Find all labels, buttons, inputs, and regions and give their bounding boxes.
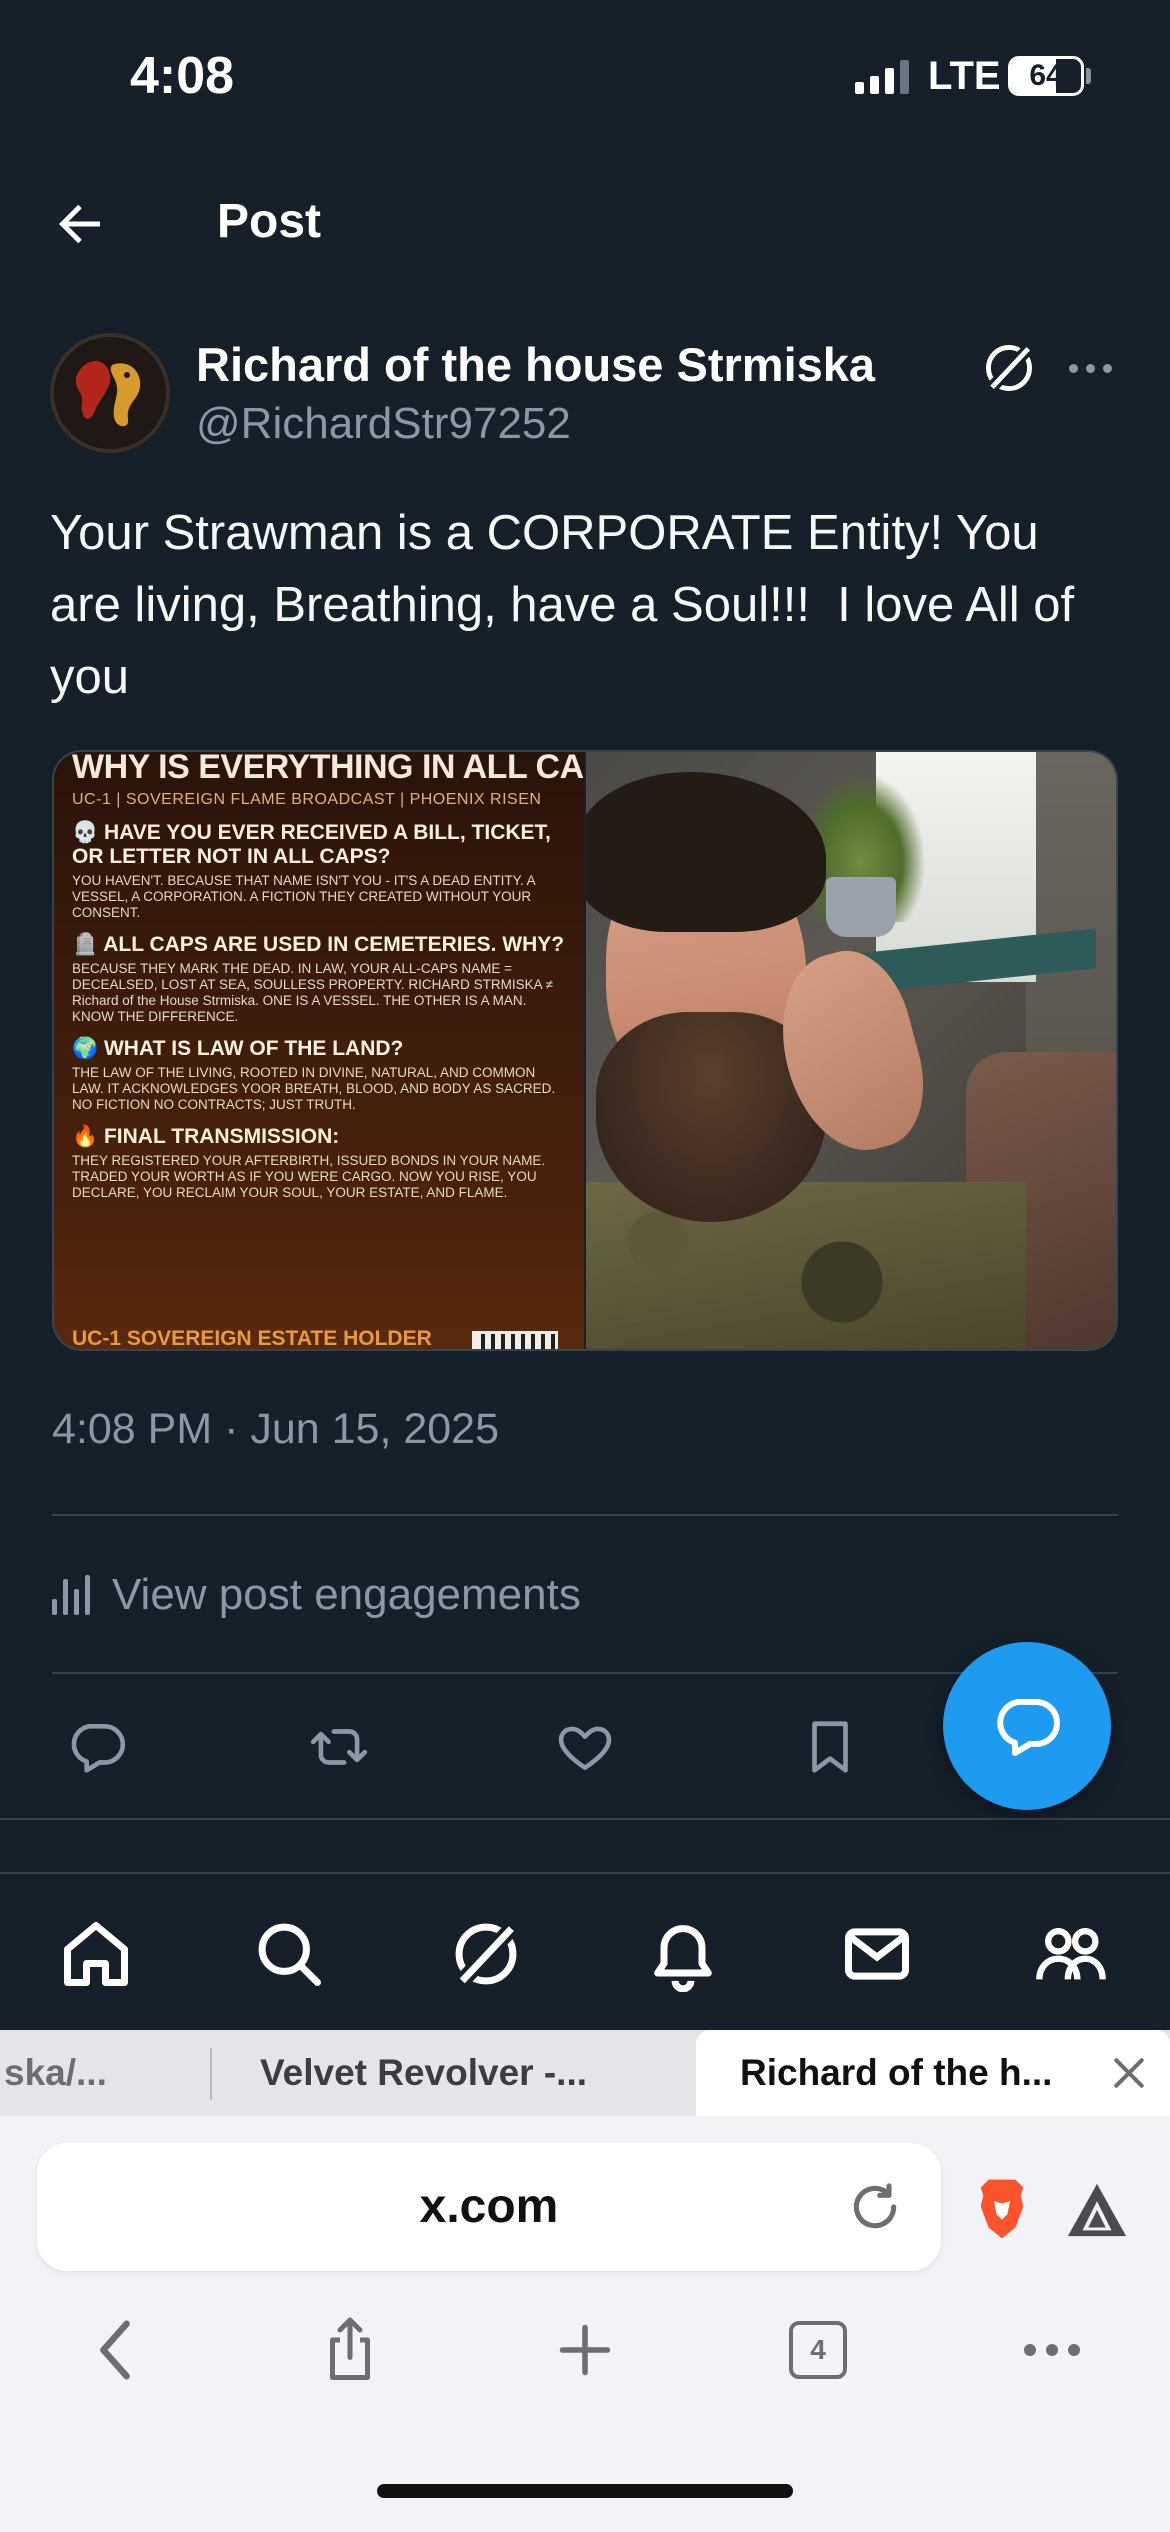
flyer-body: BECAUSE THEY MARK THE DEAD. IN LAW, YOUR… bbox=[72, 961, 554, 1024]
view-engagements-link[interactable]: View post engagements bbox=[52, 1565, 581, 1625]
status-bar: 4:08 LTE 64 bbox=[0, 0, 1170, 150]
network-type: LTE bbox=[928, 54, 1001, 98]
post-text: Your Strawman is a CORPORATE Entity! You… bbox=[50, 506, 1088, 704]
grok-tab-icon[interactable] bbox=[446, 1914, 526, 1994]
bottom-tab-bar bbox=[0, 1872, 1170, 2030]
compose-reply-icon bbox=[997, 1699, 1060, 1756]
flyer-body: YOU HAVEN'T. BECAUSE THAT NAME ISN'T YOU… bbox=[72, 873, 535, 920]
qr-code bbox=[472, 1331, 559, 1349]
browser-chrome: ska/... Velvet Revolver -... Richard of … bbox=[0, 2030, 1170, 2532]
author-name[interactable]: Richard of the house Strmiska bbox=[196, 337, 875, 392]
back-nav-icon[interactable] bbox=[75, 2300, 155, 2400]
flyer-image[interactable]: WHY IS EVERYTHING IN ALL CAPS? UC-1 | SO… bbox=[54, 752, 585, 1349]
url-text: x.com bbox=[419, 2180, 559, 2233]
messages-icon[interactable] bbox=[837, 1914, 917, 1994]
avatar[interactable] bbox=[50, 333, 170, 453]
bookmark-icon[interactable] bbox=[795, 1712, 865, 1782]
menu-more-icon[interactable] bbox=[1012, 2300, 1092, 2400]
battery-icon: 64 bbox=[1008, 56, 1084, 96]
browser-tab-label: ska/... bbox=[4, 2052, 107, 2093]
signal-icon bbox=[855, 58, 909, 94]
divider bbox=[52, 1514, 1118, 1516]
browser-tab[interactable]: Velvet Revolver -... bbox=[260, 2030, 660, 2116]
author-handle[interactable]: @RichardStr97252 bbox=[196, 399, 571, 449]
repost-icon[interactable] bbox=[304, 1712, 374, 1782]
divider bbox=[210, 2048, 212, 2100]
post-author: Richard of the house Strmiska @RichardSt… bbox=[50, 333, 1120, 463]
brave-rewards-icon[interactable] bbox=[1062, 2178, 1132, 2242]
compose-reply-button[interactable] bbox=[943, 1642, 1111, 1810]
flyer-title: WHY IS EVERYTHING IN ALL CAPS? bbox=[72, 752, 584, 786]
close-icon[interactable] bbox=[1110, 2054, 1148, 2092]
view-engagements-label: View post engagements bbox=[112, 1570, 581, 1619]
browser-tab[interactable]: ska/... bbox=[0, 2030, 205, 2116]
browser-tab-label: Velvet Revolver -... bbox=[260, 2052, 588, 2093]
browser-tab-active[interactable]: Richard of the h... bbox=[696, 2030, 1170, 2116]
browser-tab-strip: ska/... Velvet Revolver -... Richard of … bbox=[0, 2030, 1170, 2116]
more-icon[interactable] bbox=[1060, 343, 1120, 393]
search-icon[interactable] bbox=[249, 1914, 329, 1994]
flyer-heading: 🔥 FINAL TRANSMISSION: bbox=[72, 1125, 340, 1148]
tab-count: 4 bbox=[789, 2321, 847, 2379]
tab-switcher-button[interactable]: 4 bbox=[778, 2300, 858, 2400]
post-media[interactable]: WHY IS EVERYTHING IN ALL CAPS? UC-1 | SO… bbox=[52, 750, 1118, 1351]
status-time: 4:08 bbox=[130, 47, 235, 105]
flyer-subtitle: UC-1 | SOVEREIGN FLAME BROADCAST | PHOEN… bbox=[72, 791, 542, 808]
page-title: Post bbox=[217, 195, 322, 248]
flyer-body: THE LAW OF THE LIVING, ROOTED IN DIVINE,… bbox=[72, 1065, 556, 1112]
flyer-footer: UC-1 SOVEREIGN ESTATE HOLDER bbox=[72, 1327, 432, 1349]
divider bbox=[52, 1672, 1118, 1674]
divider bbox=[0, 1818, 1170, 1820]
analytics-icon bbox=[52, 1575, 94, 1615]
share-icon[interactable] bbox=[310, 2300, 390, 2400]
home-icon[interactable] bbox=[56, 1914, 136, 1994]
like-icon[interactable] bbox=[550, 1712, 620, 1782]
photo-image[interactable] bbox=[584, 752, 1116, 1349]
page-header: Post bbox=[0, 170, 1170, 270]
browser-toolbar: 4 bbox=[0, 2300, 1170, 2410]
browser-tab-label: Richard of the h... bbox=[740, 2052, 1053, 2093]
battery-percent: 64 bbox=[1029, 59, 1063, 92]
flyer-body: THEY REGISTERED YOUR AFTERBIRTH, ISSUED … bbox=[72, 1153, 546, 1200]
brave-shields-icon[interactable] bbox=[970, 2174, 1034, 2244]
reload-icon[interactable] bbox=[847, 2179, 903, 2235]
notifications-icon[interactable] bbox=[643, 1914, 723, 1994]
home-indicator bbox=[377, 2484, 793, 2498]
reply-icon[interactable] bbox=[62, 1712, 132, 1782]
flyer-heading: 🌍 WHAT IS LAW OF THE LAND? bbox=[72, 1037, 404, 1060]
new-tab-icon[interactable] bbox=[545, 2300, 625, 2400]
communities-icon[interactable] bbox=[1031, 1914, 1111, 1994]
address-bar[interactable]: x.com bbox=[37, 2143, 941, 2271]
flyer-heading: 💀 HAVE YOU EVER RECEIVED A BILL, TICKET,… bbox=[72, 821, 551, 868]
post-timestamp: 4:08 PM · Jun 15, 2025 bbox=[52, 1405, 500, 1453]
arrow-left-icon[interactable] bbox=[50, 194, 110, 254]
grok-icon[interactable] bbox=[980, 339, 1038, 397]
flyer-heading: 🪦 ALL CAPS ARE USED IN CEMETERIES. WHY? bbox=[72, 933, 565, 956]
